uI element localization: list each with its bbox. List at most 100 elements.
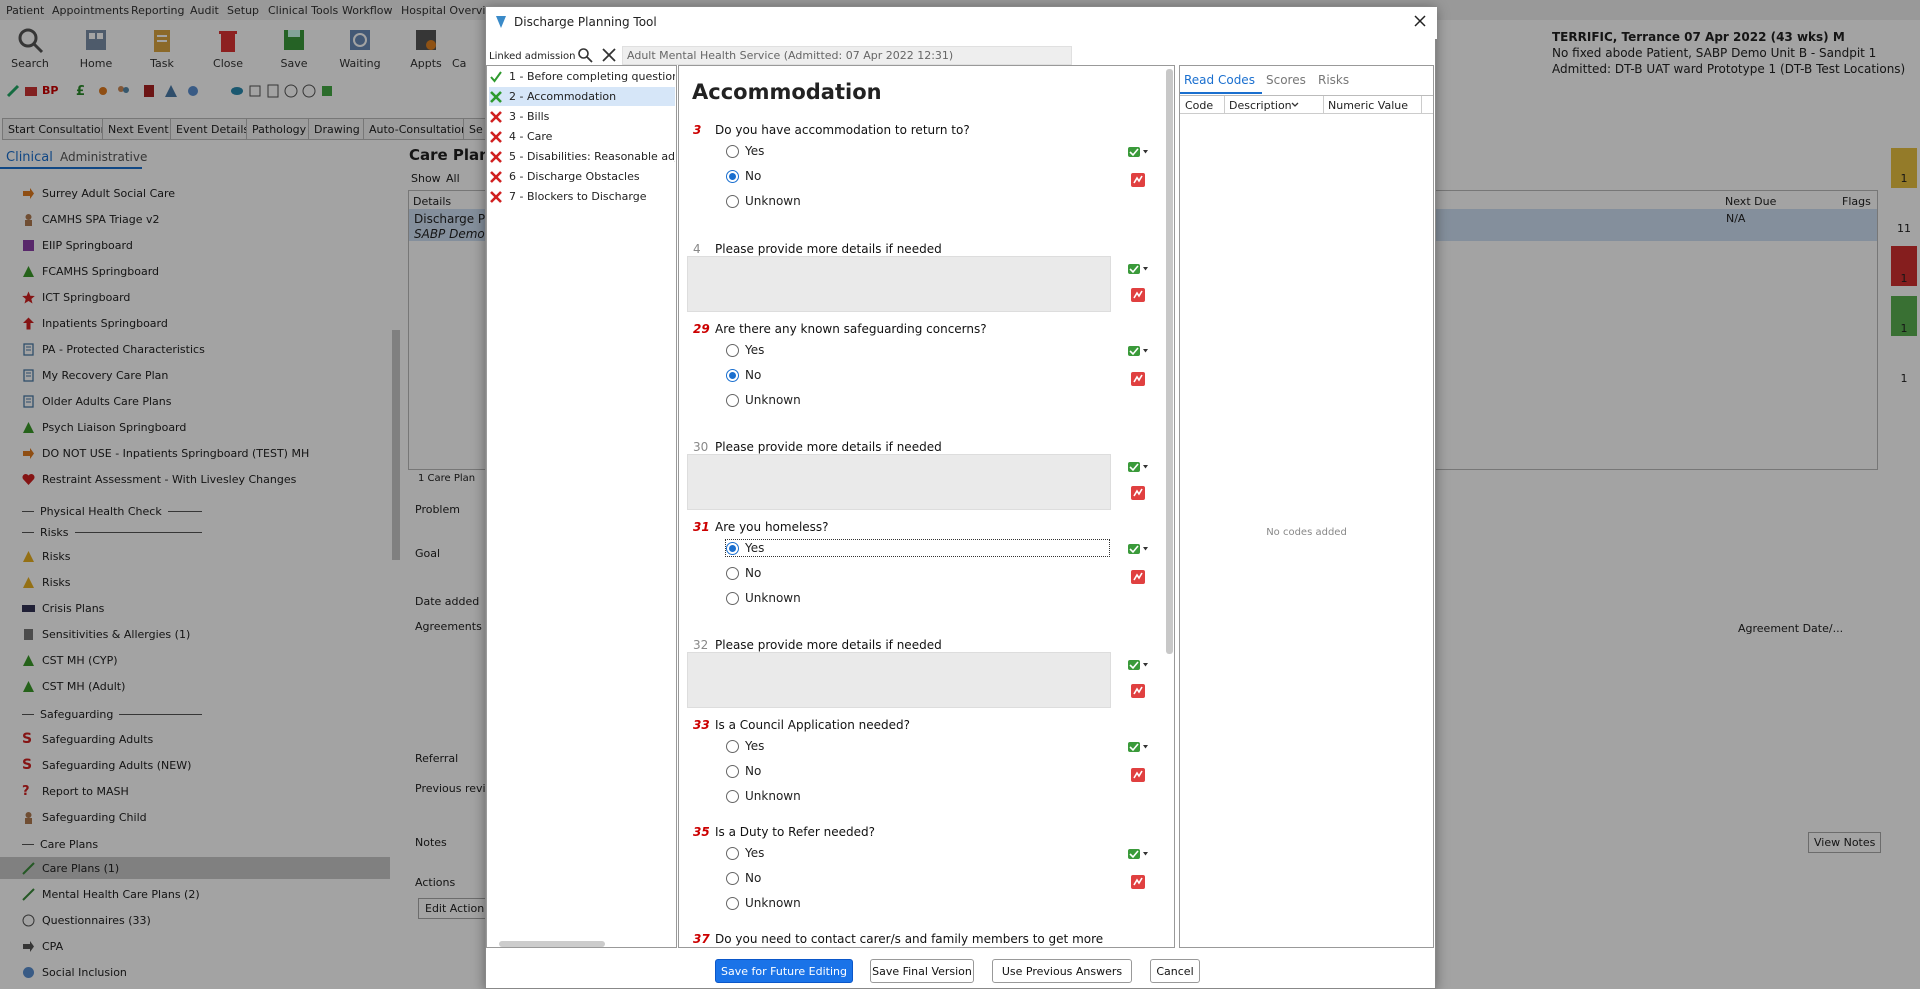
clear-answer-icon[interactable] <box>1130 485 1146 501</box>
radio-button[interactable] <box>726 144 739 158</box>
section-label: 5 - Disabilities: Reasonable adjustments <box>509 150 675 163</box>
search-icon[interactable] <box>577 47 593 63</box>
radio-option[interactable]: No <box>726 564 761 582</box>
radio-button[interactable] <box>726 169 739 183</box>
radio-label: Yes <box>745 144 765 158</box>
radio-button[interactable] <box>726 789 739 803</box>
radio-label: No <box>745 871 762 885</box>
no-codes-message: No codes added <box>1266 527 1347 538</box>
radio-option[interactable]: Unknown <box>726 391 801 409</box>
section-item[interactable]: 2 - Accommodation <box>489 87 675 106</box>
details-textarea[interactable] <box>687 454 1111 510</box>
radio-label: No <box>745 566 762 580</box>
clear-answer-icon[interactable] <box>1130 683 1146 699</box>
clear-answer-icon[interactable] <box>1130 287 1146 303</box>
radio-option[interactable]: Yes <box>726 341 764 359</box>
radio-button[interactable] <box>726 764 739 778</box>
use-previous-answers-button[interactable]: Use Previous Answers <box>992 959 1132 983</box>
radio-button[interactable] <box>726 591 739 605</box>
details-textarea[interactable] <box>687 256 1111 312</box>
linked-admission-value: Adult Mental Health Service (Admitted: 0… <box>627 49 954 62</box>
app-logo-icon <box>496 16 506 28</box>
radio-label: No <box>745 169 762 183</box>
add-note-icon[interactable] <box>1127 344 1149 358</box>
partial-cross-icon <box>490 90 502 103</box>
section-label: 7 - Blockers to Discharge <box>509 190 647 203</box>
radio-option[interactable]: Yes <box>726 737 764 755</box>
radio-button[interactable] <box>726 871 739 885</box>
radio-button[interactable] <box>726 194 739 208</box>
add-note-icon[interactable] <box>1127 740 1149 754</box>
linked-admission-field[interactable]: Adult Mental Health Service (Admitted: 0… <box>622 46 1072 65</box>
radio-option[interactable]: Yes <box>726 142 764 160</box>
clear-answer-icon[interactable] <box>1130 874 1146 890</box>
section-list: 1 - Before completing questionnaire 2 - A… <box>486 65 677 948</box>
cancel-button[interactable]: Cancel <box>1150 959 1200 983</box>
questionnaire-panel: Accommodation 3 Do you have accommodation… <box>678 65 1175 948</box>
section-item[interactable]: 7 - Blockers to Discharge <box>489 187 675 206</box>
cross-icon <box>490 150 502 163</box>
column-numeric-value[interactable]: Numeric Value <box>1328 99 1408 112</box>
tab-risks[interactable]: Risks <box>1318 73 1349 87</box>
radio-option[interactable]: Unknown <box>726 192 801 210</box>
add-note-icon[interactable] <box>1127 542 1149 556</box>
radio-option[interactable]: No <box>726 869 761 887</box>
radio-option[interactable]: No <box>726 366 761 384</box>
radio-button[interactable] <box>726 541 739 555</box>
radio-label: No <box>745 764 762 778</box>
radio-option[interactable]: Yes <box>725 539 1110 557</box>
clear-answer-icon[interactable] <box>1130 767 1146 783</box>
column-description[interactable]: Description <box>1229 99 1292 112</box>
section-list-scrollbar[interactable] <box>499 941 605 947</box>
add-note-icon[interactable] <box>1127 847 1149 861</box>
radio-button[interactable] <box>726 739 739 753</box>
radio-label: Unknown <box>745 789 801 803</box>
close-icon[interactable] <box>1413 14 1427 28</box>
radio-button[interactable] <box>726 368 739 382</box>
clear-icon[interactable] <box>602 48 616 62</box>
question-number: 3 <box>693 123 702 137</box>
add-note-icon[interactable] <box>1127 262 1149 276</box>
radio-option[interactable]: Unknown <box>726 787 801 805</box>
add-note-icon[interactable] <box>1127 145 1149 159</box>
radio-option[interactable]: No <box>726 167 761 185</box>
section-item[interactable]: 3 - Bills <box>489 107 675 126</box>
radio-button[interactable] <box>726 846 739 860</box>
section-item[interactable]: 6 - Discharge Obstacles <box>489 167 675 186</box>
column-divider <box>1224 96 1225 114</box>
tab-read-codes[interactable]: Read Codes <box>1184 73 1255 87</box>
dialog-title: Discharge Planning Tool <box>514 15 657 29</box>
radio-option[interactable]: Yes <box>726 844 764 862</box>
save-final-version-button[interactable]: Save Final Version <box>870 959 974 983</box>
question-text: Is a Council Application needed? <box>715 718 911 732</box>
question-number: 30 <box>693 440 709 454</box>
section-item[interactable]: 4 - Care <box>489 127 675 146</box>
radio-label: Yes <box>745 846 765 860</box>
clear-answer-icon[interactable] <box>1130 569 1146 585</box>
question-text: Do you have accommodation to return to? <box>715 123 970 137</box>
add-note-icon[interactable] <box>1127 460 1149 474</box>
radio-option[interactable]: Unknown <box>726 894 801 912</box>
radio-button[interactable] <box>726 393 739 407</box>
radio-button[interactable] <box>726 896 739 910</box>
tab-scores[interactable]: Scores <box>1266 73 1306 87</box>
chevron-down-icon <box>1291 102 1299 107</box>
add-note-icon[interactable] <box>1127 658 1149 672</box>
codes-panel: Read Codes Scores Risks Code Description… <box>1179 65 1434 948</box>
section-label: 6 - Discharge Obstacles <box>509 170 640 183</box>
details-textarea[interactable] <box>687 652 1111 708</box>
radio-button[interactable] <box>726 566 739 580</box>
section-item[interactable]: 1 - Before completing questionnaire <box>489 67 675 86</box>
radio-option[interactable]: Unknown <box>726 589 801 607</box>
clear-answer-icon[interactable] <box>1130 371 1146 387</box>
radio-button[interactable] <box>726 343 739 357</box>
question-number: 33 <box>693 718 710 732</box>
clear-answer-icon[interactable] <box>1130 172 1146 188</box>
column-code[interactable]: Code <box>1185 99 1213 112</box>
codes-table-header: Code Description Numeric Value <box>1180 96 1433 114</box>
questionnaire-scrollbar[interactable] <box>1166 69 1173 654</box>
section-item[interactable]: 5 - Disabilities: Reasonable adjustments <box>489 147 675 166</box>
save-for-future-editing-button[interactable]: Save for Future Editing <box>715 959 853 983</box>
radio-option[interactable]: No <box>726 762 761 780</box>
question-text: Do you need to contact carer/s and famil… <box>715 932 1104 947</box>
